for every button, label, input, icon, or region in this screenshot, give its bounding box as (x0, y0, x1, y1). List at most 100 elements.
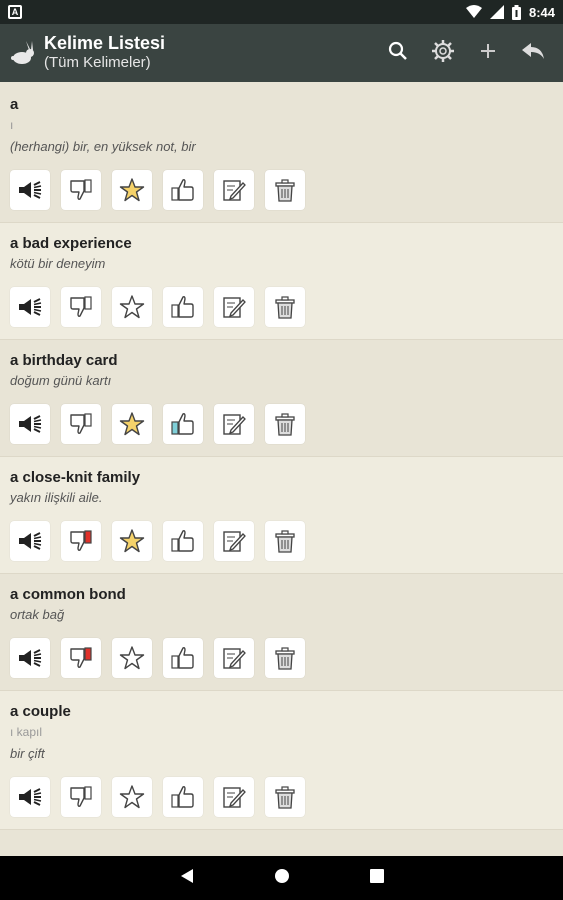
thumbs-up-icon (170, 411, 196, 437)
title-block: Kelime Listesi (Tüm Kelimeler) (44, 33, 165, 73)
dislike-button[interactable] (61, 404, 101, 444)
list-item[interactable]: a bad experience kötü bir deneyim (0, 223, 563, 340)
favorite-button[interactable] (112, 287, 152, 327)
star-icon (119, 177, 145, 203)
list-item[interactable]: a ı (herhangi) bir, en yüksek not, bir (0, 84, 563, 223)
page-title: Kelime Listesi (44, 33, 166, 53)
trash-icon (272, 411, 298, 437)
list-item[interactable]: a couple ı kapıl bir çift (0, 691, 563, 830)
trash-icon (272, 645, 298, 671)
thumbs-up-icon (170, 784, 196, 810)
action-row (10, 509, 553, 573)
search-icon (388, 41, 408, 66)
list-item[interactable]: a common bond ortak bağ (0, 574, 563, 691)
like-button[interactable] (163, 170, 203, 210)
dislike-button[interactable] (61, 521, 101, 561)
add-icon (479, 42, 497, 65)
trash-icon (272, 294, 298, 320)
status-right: 8:44 (465, 4, 555, 20)
settings-icon (431, 39, 455, 68)
dislike-button[interactable] (61, 777, 101, 817)
meaning-text: ortak bağ (10, 607, 65, 622)
star-icon (119, 784, 145, 810)
favorite-button[interactable] (112, 638, 152, 678)
list-item[interactable]: a birthday card doğum günü kartı (0, 340, 563, 457)
thumbs-down-icon (68, 411, 94, 437)
edit-icon (221, 411, 247, 437)
word-text: a common bond (10, 586, 126, 603)
like-button[interactable] (163, 404, 203, 444)
back-reply-button[interactable] (510, 31, 555, 76)
star-icon (119, 294, 145, 320)
signal-icon (489, 5, 504, 19)
edit-icon (221, 784, 247, 810)
edit-button[interactable] (214, 777, 254, 817)
action-row (10, 765, 553, 829)
trash-icon (272, 784, 298, 810)
meaning-text: doğum günü kartı (10, 373, 112, 388)
action-row (10, 626, 553, 690)
thumbs-down-icon (68, 294, 94, 320)
like-button[interactable] (163, 777, 203, 817)
delete-button[interactable] (265, 404, 305, 444)
nav-recents-button[interactable] (369, 868, 384, 888)
speak-button[interactable] (10, 287, 50, 327)
thumbs-down-icon (68, 177, 94, 203)
delete-button[interactable] (265, 638, 305, 678)
status-bar: A 8:44 (0, 0, 563, 24)
dislike-button[interactable] (61, 170, 101, 210)
search-button[interactable] (375, 31, 420, 76)
edit-button[interactable] (214, 404, 254, 444)
speak-button[interactable] (10, 521, 50, 561)
nav-home-button[interactable] (274, 868, 290, 889)
favorite-button[interactable] (112, 777, 152, 817)
thumbs-up-icon (170, 528, 196, 554)
wifi-icon (465, 5, 482, 19)
dislike-button[interactable] (61, 638, 101, 678)
settings-button[interactable] (420, 31, 465, 76)
meaning-text: bir çift (10, 746, 45, 761)
action-row (10, 392, 553, 456)
page-subtitle: (Tüm Kelimeler) (44, 54, 151, 71)
navigation-bar (0, 856, 563, 900)
delete-button[interactable] (265, 521, 305, 561)
action-row (10, 275, 553, 339)
speak-button[interactable] (10, 170, 50, 210)
speaker-icon (17, 179, 43, 201)
speaker-icon (17, 786, 43, 808)
speak-button[interactable] (10, 638, 50, 678)
nav-back-button[interactable] (180, 868, 194, 889)
favorite-button[interactable] (112, 404, 152, 444)
edit-button[interactable] (214, 287, 254, 327)
edit-button[interactable] (214, 521, 254, 561)
action-row (10, 158, 553, 222)
delete-button[interactable] (265, 777, 305, 817)
speak-button[interactable] (10, 777, 50, 817)
edit-icon (221, 528, 247, 554)
battery-icon (511, 4, 521, 20)
back-reply-icon (521, 41, 545, 66)
like-button[interactable] (163, 638, 203, 678)
add-button[interactable] (465, 31, 510, 76)
dislike-button[interactable] (61, 287, 101, 327)
word-text: a (10, 96, 19, 113)
delete-button[interactable] (265, 170, 305, 210)
edit-button[interactable] (214, 170, 254, 210)
trash-icon (272, 528, 298, 554)
favorite-button[interactable] (112, 521, 152, 561)
thumbs-down-icon (68, 645, 94, 671)
delete-button[interactable] (265, 287, 305, 327)
word-list: a ı (herhangi) bir, en yüksek not, bir a ba… (0, 84, 563, 856)
favorite-button[interactable] (112, 170, 152, 210)
word-text: a birthday card (10, 352, 118, 369)
like-button[interactable] (163, 521, 203, 561)
like-button[interactable] (163, 287, 203, 327)
edit-icon (221, 645, 247, 671)
speak-button[interactable] (10, 404, 50, 444)
meaning-text: (herhangi) bir, en yüksek not, bir (10, 139, 196, 154)
thumbs-down-icon (68, 528, 94, 554)
edit-button[interactable] (214, 638, 254, 678)
star-icon (119, 411, 145, 437)
status-time: 8:44 (528, 4, 555, 20)
list-item[interactable]: a close-knit family yakın ilişkili aile. (0, 457, 563, 574)
